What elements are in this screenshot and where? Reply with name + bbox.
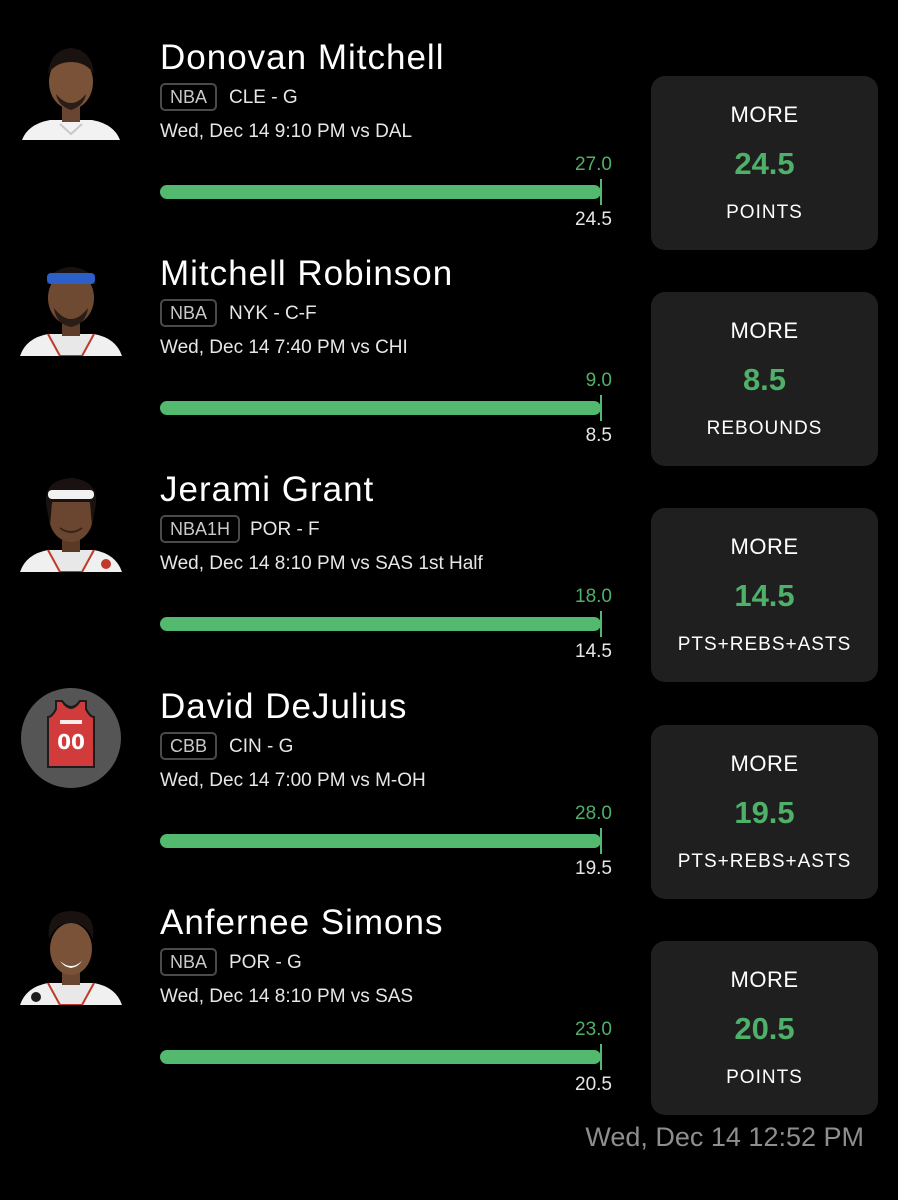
player-name: Donovan Mitchell [160, 38, 445, 77]
stat-type: PTS+REBS+ASTS [677, 634, 852, 655]
actual-stat-value: 27.0 [575, 154, 612, 175]
progress-bar [160, 1050, 601, 1064]
line-marker [600, 1044, 602, 1070]
game-info: Wed, Dec 14 7:40 PM vs CHI [160, 337, 408, 358]
pick-row: Donovan Mitchell NBA CLE - G Wed, Dec 14… [0, 38, 898, 254]
actual-stat-value: 9.0 [585, 370, 612, 391]
league-badge: NBA1H [160, 515, 241, 543]
line-value-label: 20.5 [575, 1074, 612, 1095]
direction-label: MORE [730, 102, 799, 127]
stat-card[interactable]: MORE 8.5 REBOUNDS [651, 292, 878, 466]
league-badge: NBA [160, 83, 218, 111]
player-avatar [20, 38, 122, 140]
stat-card[interactable]: MORE 20.5 POINTS [651, 941, 878, 1115]
progress-bar [160, 185, 601, 199]
player-name: Mitchell Robinson [160, 254, 454, 293]
projection-line: 8.5 [742, 362, 787, 397]
progress-bar-fill [160, 1050, 601, 1064]
league-badge: CBB [160, 732, 218, 760]
progress-bar-fill [160, 617, 601, 631]
game-info: Wed, Dec 14 9:10 PM vs DAL [160, 121, 413, 142]
league-badge: NBA [160, 299, 218, 327]
stat-card[interactable]: MORE 14.5 PTS+REBS+ASTS [651, 508, 878, 682]
stat-type: REBOUNDS [706, 418, 823, 439]
actual-stat-value: 23.0 [575, 1019, 612, 1040]
progress-bar-fill [160, 401, 601, 415]
team-position: POR - F [250, 519, 320, 540]
progress-bar-fill [160, 834, 601, 848]
stat-card[interactable]: MORE 24.5 POINTS [651, 76, 878, 250]
game-info: Wed, Dec 14 7:00 PM vs M-OH [160, 770, 426, 791]
line-marker [600, 179, 602, 205]
direction-label: MORE [730, 967, 799, 992]
player-avatar [20, 903, 122, 1005]
player-name: Anfernee Simons [160, 903, 444, 942]
line-marker [600, 395, 602, 421]
line-value-label: 14.5 [575, 641, 612, 662]
progress-bar [160, 617, 601, 631]
stat-type: POINTS [726, 1067, 803, 1088]
player-avatar [20, 254, 122, 356]
direction-label: MORE [730, 534, 799, 559]
timestamp: Wed, Dec 14 12:52 PM [585, 1122, 864, 1152]
league-badge: NBA [160, 948, 218, 976]
team-position: CLE - G [229, 87, 298, 108]
player-avatar [20, 470, 122, 572]
pick-row: Mitchell Robinson NBA NYK - C-F Wed, Dec… [0, 254, 898, 470]
pick-row: Jerami Grant NBA1H POR - F Wed, Dec 14 8… [0, 470, 898, 686]
stat-card[interactable]: MORE 19.5 PTS+REBS+ASTS [651, 725, 878, 899]
actual-stat-value: 18.0 [575, 586, 612, 607]
progress-bar-fill [160, 185, 601, 199]
line-marker [600, 611, 602, 637]
line-value-label: 8.5 [585, 425, 612, 446]
line-value-label: 24.5 [575, 209, 612, 230]
projection-line: 24.5 [734, 146, 795, 181]
team-position: NYK - C-F [229, 303, 317, 324]
game-info: Wed, Dec 14 8:10 PM vs SAS 1st Half [160, 553, 483, 574]
actual-stat-value: 28.0 [575, 803, 612, 824]
direction-label: MORE [730, 751, 799, 776]
progress-bar [160, 834, 601, 848]
line-marker [600, 828, 602, 854]
stat-type: PTS+REBS+ASTS [677, 851, 852, 872]
pick-row: 00 David DeJulius CBB CIN - G Wed, Dec 1… [0, 687, 898, 903]
pick-row: Anfernee Simons NBA POR - G Wed, Dec 14 … [0, 903, 898, 1119]
team-position: CIN - G [229, 736, 294, 757]
projection-line: 19.5 [734, 795, 795, 830]
stat-type: POINTS [726, 202, 803, 223]
player-name: Jerami Grant [160, 470, 375, 509]
player-name: David DeJulius [160, 687, 408, 726]
line-value-label: 19.5 [575, 858, 612, 879]
direction-label: MORE [730, 318, 799, 343]
progress-bar [160, 401, 601, 415]
game-info: Wed, Dec 14 8:10 PM vs SAS [160, 986, 414, 1007]
projection-line: 20.5 [734, 1011, 795, 1046]
jersey-number: 00 [57, 730, 85, 754]
jersey-placeholder-icon: 00 [20, 687, 122, 789]
projection-line: 14.5 [734, 578, 795, 613]
team-position: POR - G [229, 952, 302, 973]
